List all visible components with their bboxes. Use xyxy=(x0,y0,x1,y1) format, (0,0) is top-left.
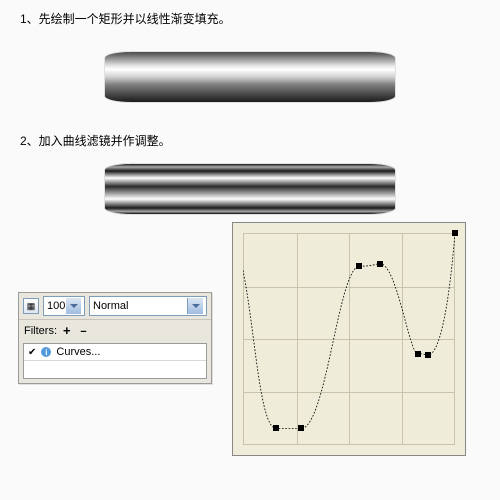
filters-panel: ▦ 100 Normal Filters: + − ✔ i Curves... xyxy=(18,292,212,384)
opacity-input[interactable]: 100 xyxy=(43,296,85,316)
curves-graph[interactable] xyxy=(232,222,466,456)
filters-label: Filters: xyxy=(24,325,57,337)
filter-list-item[interactable]: ✔ i Curves... xyxy=(24,344,206,361)
remove-filter-button[interactable]: − xyxy=(80,326,89,338)
step-1-text: 1、先绘制一个矩形并以线性渐变填充。 xyxy=(0,0,500,32)
add-filter-button[interactable]: + xyxy=(63,323,74,338)
icon-button[interactable]: ▦ xyxy=(23,298,39,314)
curve-point[interactable] xyxy=(298,425,304,431)
curves-points xyxy=(243,233,455,445)
step-2-text: 2、加入曲线滤镜并作调整。 xyxy=(0,122,500,154)
filter-icon: i xyxy=(41,347,51,357)
filter-name: Curves... xyxy=(56,346,100,358)
curve-point[interactable] xyxy=(415,351,421,357)
filter-list: ✔ i Curves... xyxy=(23,343,207,379)
opacity-value: 100 xyxy=(47,300,65,312)
blend-mode-select[interactable]: Normal xyxy=(89,296,207,316)
gradient-bar-2 xyxy=(105,164,395,214)
gradient-bar-1 xyxy=(105,52,395,102)
curve-point[interactable] xyxy=(425,352,431,358)
gradient-bar-1-wrap xyxy=(0,32,500,122)
curve-point[interactable] xyxy=(273,425,279,431)
gradient-bar-2-wrap xyxy=(0,154,500,228)
curve-point[interactable] xyxy=(452,230,458,236)
check-icon[interactable]: ✔ xyxy=(28,347,36,358)
curve-point[interactable] xyxy=(377,261,383,267)
curve-point[interactable] xyxy=(356,263,362,269)
filters-row: Filters: + − xyxy=(19,320,211,341)
blend-mode-value: Normal xyxy=(93,300,128,312)
